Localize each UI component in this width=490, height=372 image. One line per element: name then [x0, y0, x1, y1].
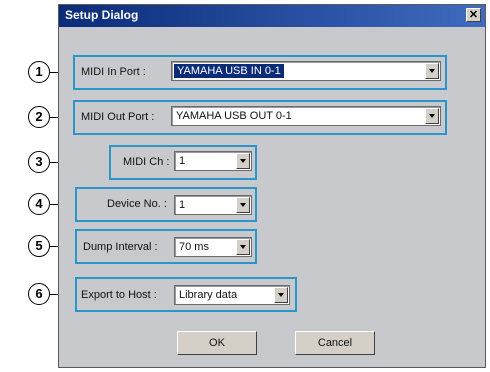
chevron-down-icon[interactable] [236, 153, 250, 169]
callout-1: 1 [28, 61, 50, 83]
callout-3: 3 [28, 151, 50, 173]
dump-interval-label: Dump Interval : [83, 241, 158, 253]
chevron-down-icon[interactable] [274, 287, 288, 303]
callout-6: 6 [28, 283, 50, 305]
callout-2: 2 [28, 106, 50, 128]
ok-button[interactable]: OK [177, 331, 257, 355]
dump-interval-select[interactable]: 70 ms [174, 237, 252, 257]
midi-out-port-value: YAMAHA USB OUT 0-1 [176, 110, 292, 122]
dump-interval-value: 70 ms [179, 241, 209, 253]
device-no-select[interactable]: 1 [174, 195, 252, 215]
device-no-value: 1 [179, 199, 186, 211]
callout-5: 5 [28, 235, 50, 257]
midi-ch-label: MIDI Ch : [123, 156, 170, 168]
close-icon: ✕ [468, 9, 479, 21]
chevron-down-icon[interactable] [236, 239, 250, 255]
midi-in-port-label: MIDI In Port : [81, 66, 146, 78]
setup-dialog: Setup Dialog ✕ MIDI In Port : YAMAHA USB… [58, 4, 486, 368]
export-to-host-label: Export to Host : [81, 289, 157, 301]
export-to-host-select[interactable]: Library data [174, 285, 290, 305]
callout-4: 4 [28, 193, 50, 215]
device-no-label: Device No. : [107, 198, 167, 210]
export-to-host-value: Library data [179, 289, 238, 301]
midi-in-port-select[interactable]: YAMAHA USB IN 0-1 [171, 61, 441, 81]
close-button[interactable]: ✕ [466, 8, 481, 22]
midi-ch-select[interactable]: 1 [174, 151, 252, 171]
midi-out-port-label: MIDI Out Port : [81, 111, 155, 123]
midi-ch-value: 1 [179, 155, 186, 167]
midi-out-port-select[interactable]: YAMAHA USB OUT 0-1 [171, 106, 441, 126]
chevron-down-icon[interactable] [236, 197, 250, 213]
chevron-down-icon[interactable] [425, 63, 439, 79]
dialog-title: Setup Dialog [65, 8, 139, 22]
cancel-button[interactable]: Cancel [295, 331, 375, 355]
chevron-down-icon[interactable] [425, 108, 439, 124]
midi-in-port-value: YAMAHA USB IN 0-1 [174, 64, 284, 78]
title-bar[interactable]: Setup Dialog ✕ [59, 5, 485, 27]
